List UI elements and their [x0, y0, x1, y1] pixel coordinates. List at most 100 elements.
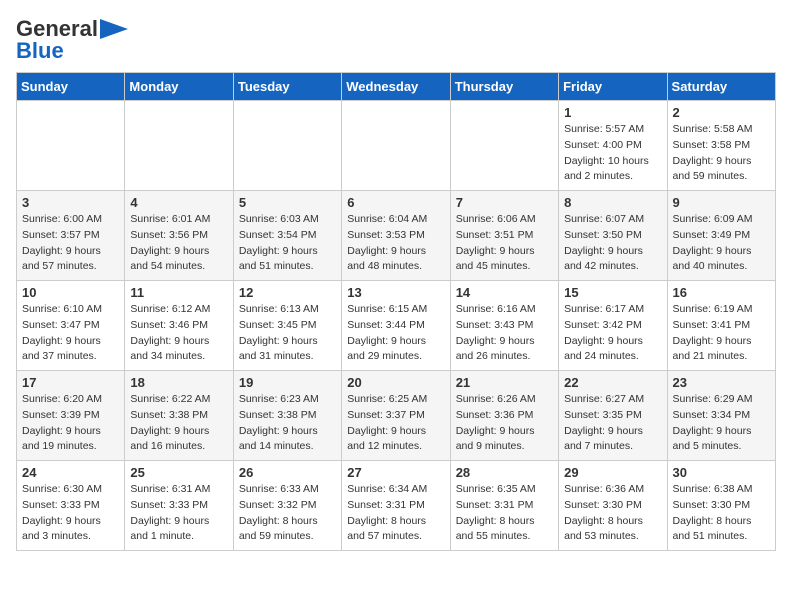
- calendar-body: 1 Sunrise: 5:57 AM Sunset: 4:00 PM Daylig…: [17, 101, 776, 551]
- day-number: 10: [22, 285, 119, 300]
- calendar-cell: 27 Sunrise: 6:34 AM Sunset: 3:31 PM Dayli…: [342, 461, 450, 551]
- week-row-4: 24 Sunrise: 6:30 AM Sunset: 3:33 PM Dayli…: [17, 461, 776, 551]
- day-number: 12: [239, 285, 336, 300]
- day-info: Sunrise: 6:15 AM Sunset: 3:44 PM Dayligh…: [347, 302, 444, 365]
- day-number: 26: [239, 465, 336, 480]
- calendar-cell: 28 Sunrise: 6:35 AM Sunset: 3:31 PM Dayli…: [450, 461, 558, 551]
- day-info: Sunrise: 6:36 AM Sunset: 3:30 PM Dayligh…: [564, 482, 661, 545]
- day-number: 23: [673, 375, 770, 390]
- calendar-cell: 11Sunrise: 6:12 AM Sunset: 3:46 PM Dayli…: [125, 281, 233, 371]
- day-number: 5: [239, 195, 336, 210]
- weekday-monday: Monday: [125, 73, 233, 101]
- day-info: Sunrise: 6:25 AM Sunset: 3:37 PM Dayligh…: [347, 392, 444, 455]
- day-number: 7: [456, 195, 553, 210]
- day-info: Sunrise: 6:01 AM Sunset: 3:56 PM Dayligh…: [130, 212, 227, 275]
- calendar-cell: 20Sunrise: 6:25 AM Sunset: 3:37 PM Dayli…: [342, 371, 450, 461]
- calendar-cell: [17, 101, 125, 191]
- calendar-cell: 8Sunrise: 6:07 AM Sunset: 3:50 PM Daylig…: [559, 191, 667, 281]
- week-row-0: 1 Sunrise: 5:57 AM Sunset: 4:00 PM Daylig…: [17, 101, 776, 191]
- day-number: 4: [130, 195, 227, 210]
- day-info: Sunrise: 6:19 AM Sunset: 3:41 PM Dayligh…: [673, 302, 770, 365]
- week-row-2: 10 Sunrise: 6:10 AM Sunset: 3:47 PM Dayli…: [17, 281, 776, 371]
- logo-icon: [100, 19, 128, 39]
- calendar-cell: [125, 101, 233, 191]
- day-info: Sunrise: 6:33 AM Sunset: 3:32 PM Dayligh…: [239, 482, 336, 545]
- day-info: Sunrise: 6:12 AM Sunset: 3:46 PM Dayligh…: [130, 302, 227, 365]
- day-number: 1: [564, 105, 661, 120]
- day-number: 16: [673, 285, 770, 300]
- weekday-saturday: Saturday: [667, 73, 775, 101]
- calendar-cell: 24 Sunrise: 6:30 AM Sunset: 3:33 PM Dayli…: [17, 461, 125, 551]
- calendar-cell: [233, 101, 341, 191]
- logo: General Blue: [16, 16, 128, 64]
- day-info: Sunrise: 6:09 AM Sunset: 3:49 PM Dayligh…: [673, 212, 770, 275]
- calendar-cell: 21 Sunrise: 6:26 AM Sunset: 3:36 PM Dayli…: [450, 371, 558, 461]
- day-info: Sunrise: 6:34 AM Sunset: 3:31 PM Dayligh…: [347, 482, 444, 545]
- weekday-wednesday: Wednesday: [342, 73, 450, 101]
- day-info: Sunrise: 6:38 AM Sunset: 3:30 PM Dayligh…: [673, 482, 770, 545]
- weekday-tuesday: Tuesday: [233, 73, 341, 101]
- day-number: 24: [22, 465, 119, 480]
- calendar-cell: 3Sunrise: 6:00 AM Sunset: 3:57 PM Daylig…: [17, 191, 125, 281]
- day-number: 15: [564, 285, 661, 300]
- day-number: 14: [456, 285, 553, 300]
- day-number: 13: [347, 285, 444, 300]
- calendar-cell: 17Sunrise: 6:20 AM Sunset: 3:39 PM Dayli…: [17, 371, 125, 461]
- calendar-cell: 14Sunrise: 6:16 AM Sunset: 3:43 PM Dayli…: [450, 281, 558, 371]
- day-number: 19: [239, 375, 336, 390]
- calendar-cell: 25 Sunrise: 6:31 AM Sunset: 3:33 PM Dayli…: [125, 461, 233, 551]
- day-number: 21: [456, 375, 553, 390]
- day-number: 28: [456, 465, 553, 480]
- day-number: 27: [347, 465, 444, 480]
- day-info: Sunrise: 6:23 AM Sunset: 3:38 PM Dayligh…: [239, 392, 336, 455]
- calendar-cell: 1 Sunrise: 5:57 AM Sunset: 4:00 PM Daylig…: [559, 101, 667, 191]
- day-number: 29: [564, 465, 661, 480]
- calendar-cell: [450, 101, 558, 191]
- day-info: Sunrise: 6:04 AM Sunset: 3:53 PM Dayligh…: [347, 212, 444, 275]
- day-info: Sunrise: 6:00 AM Sunset: 3:57 PM Dayligh…: [22, 212, 119, 275]
- day-number: 25: [130, 465, 227, 480]
- week-row-3: 17Sunrise: 6:20 AM Sunset: 3:39 PM Dayli…: [17, 371, 776, 461]
- calendar-cell: 9 Sunrise: 6:09 AM Sunset: 3:49 PM Daylig…: [667, 191, 775, 281]
- day-number: 2: [673, 105, 770, 120]
- day-number: 18: [130, 375, 227, 390]
- day-info: Sunrise: 5:58 AM Sunset: 3:58 PM Dayligh…: [673, 122, 770, 185]
- calendar-cell: 23Sunrise: 6:29 AM Sunset: 3:34 PM Dayli…: [667, 371, 775, 461]
- day-number: 30: [673, 465, 770, 480]
- day-number: 9: [673, 195, 770, 210]
- day-info: Sunrise: 6:06 AM Sunset: 3:51 PM Dayligh…: [456, 212, 553, 275]
- calendar-cell: 5 Sunrise: 6:03 AM Sunset: 3:54 PM Daylig…: [233, 191, 341, 281]
- calendar-cell: 10 Sunrise: 6:10 AM Sunset: 3:47 PM Dayli…: [17, 281, 125, 371]
- day-info: Sunrise: 6:27 AM Sunset: 3:35 PM Dayligh…: [564, 392, 661, 455]
- calendar-cell: 2 Sunrise: 5:58 AM Sunset: 3:58 PM Daylig…: [667, 101, 775, 191]
- calendar-cell: 16 Sunrise: 6:19 AM Sunset: 3:41 PM Dayli…: [667, 281, 775, 371]
- day-info: Sunrise: 6:13 AM Sunset: 3:45 PM Dayligh…: [239, 302, 336, 365]
- day-info: Sunrise: 6:07 AM Sunset: 3:50 PM Dayligh…: [564, 212, 661, 275]
- calendar-cell: 18 Sunrise: 6:22 AM Sunset: 3:38 PM Dayli…: [125, 371, 233, 461]
- day-info: Sunrise: 6:30 AM Sunset: 3:33 PM Dayligh…: [22, 482, 119, 545]
- calendar-cell: 6 Sunrise: 6:04 AM Sunset: 3:53 PM Daylig…: [342, 191, 450, 281]
- day-info: Sunrise: 6:31 AM Sunset: 3:33 PM Dayligh…: [130, 482, 227, 545]
- weekday-thursday: Thursday: [450, 73, 558, 101]
- day-number: 22: [564, 375, 661, 390]
- day-info: Sunrise: 6:26 AM Sunset: 3:36 PM Dayligh…: [456, 392, 553, 455]
- calendar-cell: [342, 101, 450, 191]
- weekday-sunday: Sunday: [17, 73, 125, 101]
- day-info: Sunrise: 6:10 AM Sunset: 3:47 PM Dayligh…: [22, 302, 119, 365]
- calendar-cell: 7 Sunrise: 6:06 AM Sunset: 3:51 PM Daylig…: [450, 191, 558, 281]
- day-info: Sunrise: 5:57 AM Sunset: 4:00 PM Dayligh…: [564, 122, 661, 185]
- calendar-cell: 13 Sunrise: 6:15 AM Sunset: 3:44 PM Dayli…: [342, 281, 450, 371]
- day-info: Sunrise: 6:22 AM Sunset: 3:38 PM Dayligh…: [130, 392, 227, 455]
- logo-blue: Blue: [16, 38, 64, 64]
- calendar-cell: 12 Sunrise: 6:13 AM Sunset: 3:45 PM Dayli…: [233, 281, 341, 371]
- day-number: 6: [347, 195, 444, 210]
- calendar-cell: 4 Sunrise: 6:01 AM Sunset: 3:56 PM Daylig…: [125, 191, 233, 281]
- day-info: Sunrise: 6:03 AM Sunset: 3:54 PM Dayligh…: [239, 212, 336, 275]
- calendar-table: SundayMondayTuesdayWednesdayThursdayFrid…: [16, 72, 776, 551]
- calendar-cell: 30 Sunrise: 6:38 AM Sunset: 3:30 PM Dayli…: [667, 461, 775, 551]
- week-row-1: 3Sunrise: 6:00 AM Sunset: 3:57 PM Daylig…: [17, 191, 776, 281]
- day-info: Sunrise: 6:35 AM Sunset: 3:31 PM Dayligh…: [456, 482, 553, 545]
- weekday-header: SundayMondayTuesdayWednesdayThursdayFrid…: [17, 73, 776, 101]
- day-info: Sunrise: 6:17 AM Sunset: 3:42 PM Dayligh…: [564, 302, 661, 365]
- day-info: Sunrise: 6:20 AM Sunset: 3:39 PM Dayligh…: [22, 392, 119, 455]
